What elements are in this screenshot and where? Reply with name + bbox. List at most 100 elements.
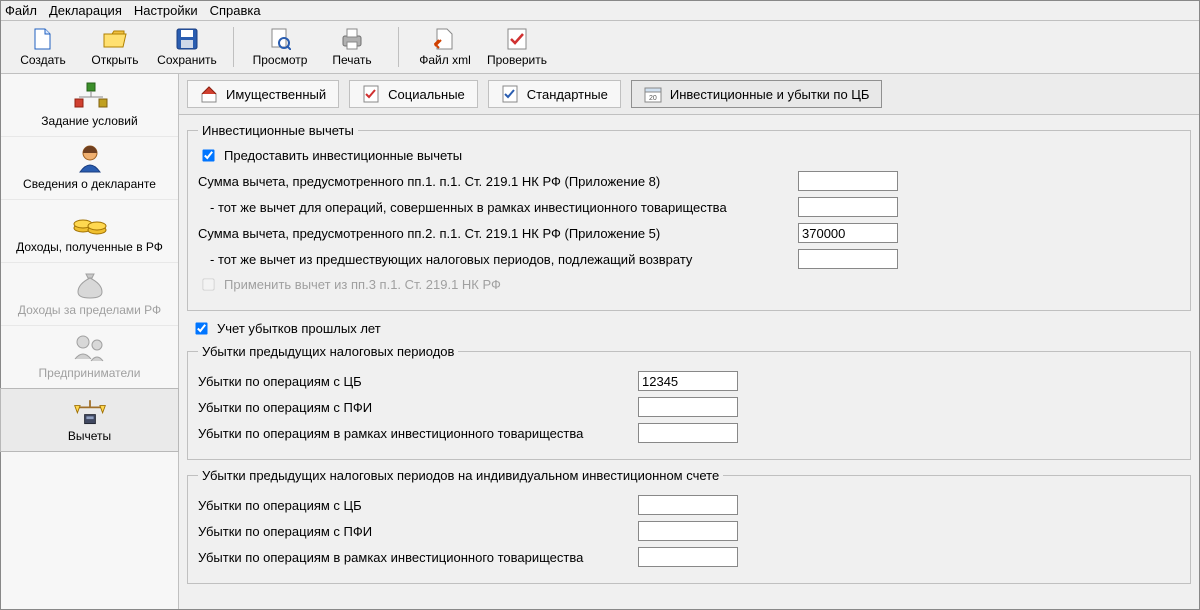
nav-declarant[interactable]: Сведения о декларанте — [1, 137, 178, 200]
menu-settings[interactable]: Настройки — [134, 3, 198, 18]
tb-open-label: Открыть — [91, 53, 138, 67]
menu-declaration[interactable]: Декларация — [49, 3, 122, 18]
lbl-losses2-3: Убытки по операциям в рамках инвестицион… — [198, 550, 638, 565]
lbl-losses2-1: Убытки по операциям с ЦБ — [198, 498, 638, 513]
chk-apply3 — [202, 278, 214, 290]
content-area: Инвестиционные вычеты Предоставить инвес… — [179, 115, 1199, 609]
deductions-icon — [72, 395, 108, 427]
legend-losses1: Убытки предыдущих налоговых периодов — [198, 344, 458, 359]
tb-filexml-label: Файл xml — [419, 53, 471, 67]
menu-help[interactable]: Справка — [210, 3, 261, 18]
tb-verify[interactable]: Проверить — [481, 25, 553, 69]
tb-open[interactable]: Открыть — [79, 25, 151, 69]
check-doc-blue-icon — [501, 85, 519, 103]
left-nav: Задание условий Сведения о декларанте До… — [1, 74, 179, 609]
nav-income-abroad[interactable]: Доходы за пределами РФ — [1, 263, 178, 326]
nav-entrepreneurs[interactable]: Предприниматели — [1, 326, 178, 389]
tab-investment[interactable]: 20 Инвестиционные и убытки по ЦБ — [631, 80, 883, 108]
nav-deductions[interactable]: Вычеты — [0, 388, 179, 452]
tb-print[interactable]: Печать — [316, 25, 388, 69]
tb-filexml[interactable]: Файл xml — [409, 25, 481, 69]
tab-social-label: Социальные — [388, 87, 465, 102]
nav-entrepreneurs-label: Предприниматели — [39, 366, 141, 380]
main-area: Задание условий Сведения о декларанте До… — [1, 74, 1199, 609]
toolbar: Создать Открыть Сохранить Просмотр Печа — [1, 21, 1199, 74]
row-losses1-1: Убытки по операциям с ЦБ — [198, 371, 1180, 391]
input-losses1-2[interactable] — [638, 397, 738, 417]
input-losses1-1[interactable] — [638, 371, 738, 391]
verify-icon — [505, 27, 529, 51]
preview-icon — [268, 27, 292, 51]
lbl-losses1-1: Убытки по операциям с ЦБ — [198, 374, 638, 389]
person-icon — [72, 143, 108, 175]
chk-provide-label: Предоставить инвестиционные вычеты — [224, 148, 462, 163]
nav-income-rf-label: Доходы, полученные в РФ — [16, 240, 163, 254]
conditions-icon — [72, 80, 108, 112]
lbl-invest-1: Сумма вычета, предусмотренного пп.1. п.1… — [198, 174, 798, 189]
tb-print-label: Печать — [332, 53, 371, 67]
row-losses2-3: Убытки по операциям в рамках инвестицион… — [198, 547, 1180, 567]
tb-save-label: Сохранить — [157, 53, 217, 67]
chk-prev-losses[interactable] — [195, 322, 207, 334]
print-icon — [340, 27, 364, 51]
lbl-invest-3: Сумма вычета, предусмотренного пп.2. п.1… — [198, 226, 798, 241]
chk-prev-losses-row: Учет убытков прошлых лет — [191, 319, 1191, 338]
tab-property-label: Имущественный — [226, 87, 326, 102]
nav-income-rf[interactable]: Доходы, полученные в РФ — [1, 200, 178, 263]
legend-investment: Инвестиционные вычеты — [198, 123, 358, 138]
input-invest-2[interactable] — [798, 197, 898, 217]
right-panel: Имущественный Социальные Стандартные — [179, 74, 1199, 609]
input-invest-3[interactable] — [798, 223, 898, 243]
tb-preview[interactable]: Просмотр — [244, 25, 316, 69]
entrepreneurs-icon — [72, 332, 108, 364]
legend-losses2: Убытки предыдущих налоговых периодов на … — [198, 468, 723, 483]
tb-create-label: Создать — [20, 53, 66, 67]
lbl-losses2-2: Убытки по операциям с ПФИ — [198, 524, 638, 539]
check-doc-icon — [362, 85, 380, 103]
row-losses2-2: Убытки по операциям с ПФИ — [198, 521, 1180, 541]
lbl-losses1-2: Убытки по операциям с ПФИ — [198, 400, 638, 415]
tab-standard[interactable]: Стандартные — [488, 80, 621, 108]
row-invest-2: - тот же вычет для операций, совершенных… — [198, 197, 1180, 217]
row-invest-4: - тот же вычет из предшествующих налогов… — [198, 249, 1180, 269]
row-invest-3: Сумма вычета, предусмотренного пп.2. п.1… — [198, 223, 1180, 243]
menu-bar: Файл Декларация Настройки Справка — [1, 1, 1199, 21]
input-losses2-1[interactable] — [638, 495, 738, 515]
nav-income-abroad-label: Доходы за пределами РФ — [18, 303, 161, 317]
svg-text:20: 20 — [649, 95, 657, 102]
tabs-row: Имущественный Социальные Стандартные — [179, 74, 1199, 115]
row-losses1-3: Убытки по операциям в рамках инвестицион… — [198, 423, 1180, 443]
row-losses1-2: Убытки по операциям с ПФИ — [198, 397, 1180, 417]
fieldset-losses-iis: Убытки предыдущих налоговых периодов на … — [187, 468, 1191, 584]
toolbar-separator — [233, 27, 234, 67]
chk-apply3-label: Применить вычет из пп.3 п.1. Ст. 219.1 Н… — [224, 277, 501, 292]
nav-deductions-label: Вычеты — [68, 429, 111, 443]
chk-provide-invest[interactable] — [202, 149, 214, 161]
menu-file[interactable]: Файл — [5, 3, 37, 18]
tb-save[interactable]: Сохранить — [151, 25, 223, 69]
open-folder-icon — [103, 27, 127, 51]
new-file-icon — [31, 27, 55, 51]
row-losses2-1: Убытки по операциям с ЦБ — [198, 495, 1180, 515]
input-invest-1[interactable] — [798, 171, 898, 191]
chk-prev-losses-label: Учет убытков прошлых лет — [217, 321, 381, 336]
tab-investment-label: Инвестиционные и убытки по ЦБ — [670, 87, 870, 102]
toolbar-separator — [398, 27, 399, 67]
input-losses1-3[interactable] — [638, 423, 738, 443]
tb-preview-label: Просмотр — [253, 53, 308, 67]
lbl-invest-2: - тот же вычет для операций, совершенных… — [198, 200, 798, 215]
row-invest-1: Сумма вычета, предусмотренного пп.1. п.1… — [198, 171, 1180, 191]
lbl-losses1-3: Убытки по операциям в рамках инвестицион… — [198, 426, 638, 441]
input-losses2-3[interactable] — [638, 547, 738, 567]
coins-icon — [72, 206, 108, 238]
tb-create[interactable]: Создать — [7, 25, 79, 69]
chk-provide-row: Предоставить инвестиционные вычеты — [198, 146, 1180, 165]
input-invest-4[interactable] — [798, 249, 898, 269]
app-window: Файл Декларация Настройки Справка Создат… — [0, 0, 1200, 610]
tab-property[interactable]: Имущественный — [187, 80, 339, 108]
input-losses2-2[interactable] — [638, 521, 738, 541]
nav-conditions[interactable]: Задание условий — [1, 74, 178, 137]
tab-standard-label: Стандартные — [527, 87, 608, 102]
tab-social[interactable]: Социальные — [349, 80, 478, 108]
nav-conditions-label: Задание условий — [41, 114, 137, 128]
